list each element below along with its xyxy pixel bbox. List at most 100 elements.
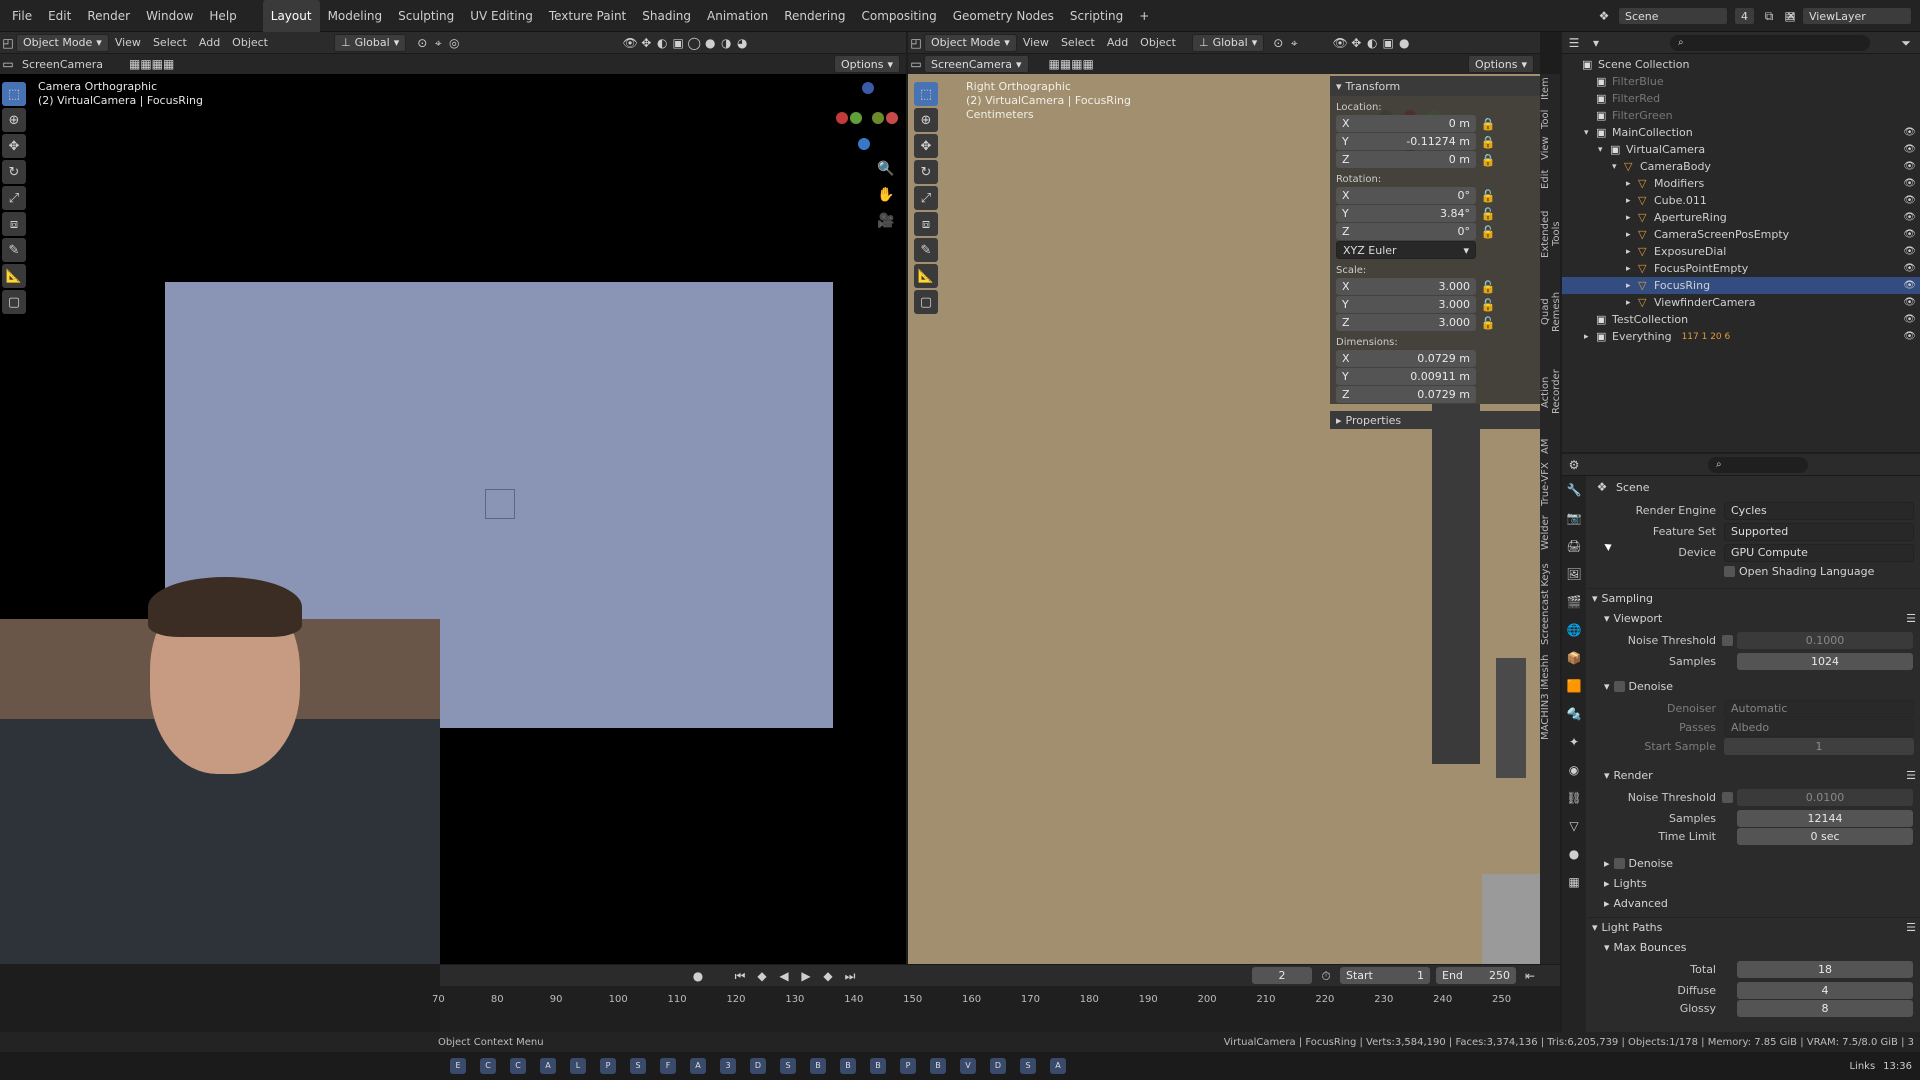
r-noise-checkbox[interactable] (1722, 792, 1733, 803)
osl-checkbox[interactable] (1724, 566, 1735, 577)
outliner-item[interactable]: ▣ FilterBlue (1562, 73, 1920, 90)
outliner-item[interactable]: ▣ FilterRed (1562, 90, 1920, 107)
jump-start-icon[interactable]: ⏮ (732, 968, 748, 984)
outliner-item[interactable]: ▣ TestCollection 👁 (1562, 311, 1920, 328)
tab-quad-remesh[interactable]: Quad Remesh (1540, 274, 1562, 350)
visibility-icon[interactable]: 👁 (1332, 35, 1348, 51)
shading-solid-icon[interactable]: ● (1396, 35, 1412, 51)
visibility-icon[interactable]: 👁 (622, 35, 638, 51)
tab-sculpting[interactable]: Sculpting (390, 0, 462, 32)
taskbar-app-icon[interactable]: P (600, 1058, 616, 1074)
light-paths-panel-header[interactable]: ▾ Light Paths ☰ (1588, 917, 1920, 937)
scene-field[interactable]: Scene (1618, 7, 1728, 25)
left-menu-add[interactable]: Add (193, 36, 226, 49)
right-camera-dropdown[interactable]: ScreenCamera ▾ (924, 55, 1029, 73)
unlock-icon[interactable]: 🔓 (1480, 206, 1496, 222)
glossy-field[interactable]: 8 (1737, 1000, 1913, 1017)
list-icon[interactable]: ☰ (1906, 612, 1916, 625)
particles-tab-icon[interactable]: ✦ (1566, 734, 1582, 750)
taskbar-clock[interactable]: 13:36 (1883, 1061, 1912, 1072)
taskbar-app-icon[interactable]: A (1050, 1058, 1066, 1074)
tab-rendering[interactable]: Rendering (776, 0, 853, 32)
outliner-item[interactable]: ▸ ▽ ExposureDial 👁 (1562, 243, 1920, 260)
visibility-eye-icon[interactable]: 👁 (1903, 178, 1916, 189)
r-denoise-checkbox[interactable] (1613, 857, 1625, 869)
current-frame-field[interactable]: 2 (1252, 967, 1312, 984)
expand-toggle-icon[interactable]: ▸ (1626, 179, 1638, 189)
left-orientation-dropdown[interactable]: ⊥ Global ▾ (334, 33, 407, 52)
view-layer-tab-icon[interactable]: 🖼 (1566, 566, 1582, 582)
tab-action-recorder[interactable]: Action Recorder (1540, 350, 1562, 434)
outliner-item[interactable]: ▸ ▽ ViewfinderCamera 👁 (1562, 294, 1920, 311)
timeline-area[interactable]: 70 80 90 100 110 120 130 140 150 160 170 180 190 200 2… (432, 986, 1560, 1032)
taskbar-app-icon[interactable]: S (780, 1058, 796, 1074)
editor-type-icon[interactable]: ☰ (1566, 35, 1582, 51)
lock-icon[interactable]: 🔒 (1480, 116, 1496, 132)
visibility-eye-icon[interactable]: 👁 (1903, 314, 1916, 325)
render-subpanel-header[interactable]: ▾ Render ☰ (1588, 765, 1920, 785)
vp-noise-checkbox[interactable] (1722, 635, 1733, 646)
next-keyframe-icon[interactable]: ◆ (820, 968, 836, 984)
expand-toggle-icon[interactable]: ▸ (1584, 332, 1596, 342)
outliner-item[interactable]: ▸ ▽ Modifiers 👁 (1562, 175, 1920, 192)
r-denoise-subpanel-header[interactable]: ▸ Denoise (1588, 853, 1920, 873)
outliner-item[interactable]: ▸ ▽ ApertureRing 👁 (1562, 209, 1920, 226)
visibility-eye-icon[interactable]: 👁 (1903, 331, 1916, 342)
viewport-subpanel-header[interactable]: ▾ Viewport ☰ (1588, 608, 1920, 628)
cursor-tool[interactable]: ⊕ (2, 108, 26, 132)
taskbar-app-icon[interactable]: C (510, 1058, 526, 1074)
unlock-icon[interactable]: 🔓 (1480, 315, 1496, 331)
scale-y-field[interactable]: Y 3.000 (1336, 296, 1476, 313)
gizmo-x-icon[interactable] (836, 112, 848, 124)
tab-am[interactable]: AM (1540, 434, 1551, 458)
shading-material-icon[interactable]: ◑ (718, 35, 734, 51)
select-mode-icons[interactable]: ▦▦▦▦ (129, 56, 174, 72)
lock-icon[interactable]: 🔒 (1480, 134, 1496, 150)
taskbar-app-icon[interactable]: S (1020, 1058, 1036, 1074)
expand-toggle-icon[interactable]: ▸ (1626, 230, 1638, 240)
sampling-panel-header[interactable]: ▾ Sampling (1588, 588, 1920, 608)
taskbar-app-icon[interactable]: D (750, 1058, 766, 1074)
viewlayer-field[interactable]: ViewLayer (1802, 7, 1912, 25)
device-dropdown[interactable]: GPU Compute (1724, 543, 1914, 562)
move-tool[interactable]: ✥ (914, 134, 938, 158)
gizmo-y-neg-icon[interactable] (872, 112, 884, 124)
rotation-x-field[interactable]: X 0° (1336, 187, 1476, 204)
play-icon[interactable]: ▶ (798, 968, 814, 984)
visibility-eye-icon[interactable]: 👁 (1903, 195, 1916, 206)
menu-window[interactable]: Window (138, 0, 201, 32)
location-z-field[interactable]: Z 0 m (1336, 151, 1476, 168)
preview-range-icon[interactable]: ⇤ (1522, 968, 1538, 984)
visibility-eye-icon[interactable]: 👁 (1903, 127, 1916, 138)
lights-subpanel-header[interactable]: ▸ Lights (1588, 873, 1920, 893)
overlay-icon[interactable]: ◐ (654, 35, 670, 51)
transform-tool[interactable]: ⧈ (2, 212, 26, 236)
right-menu-select[interactable]: Select (1055, 36, 1101, 49)
menu-file[interactable]: File (4, 0, 40, 32)
taskbar-app-icon[interactable]: E (450, 1058, 466, 1074)
scale-tool[interactable]: ⤢ (914, 186, 938, 210)
tab-scripting[interactable]: Scripting (1062, 0, 1131, 32)
gizmo-z-neg-icon[interactable] (862, 82, 874, 94)
annotate-tool[interactable]: ✎ (2, 238, 26, 262)
scale-z-field[interactable]: Z 3.000 (1336, 314, 1476, 331)
dimensions-x-field[interactable]: X 0.0729 m (1336, 350, 1476, 367)
world-tab-icon[interactable]: 🌐 (1566, 622, 1582, 638)
rotate-tool[interactable]: ↻ (2, 160, 26, 184)
right-menu-object[interactable]: Object (1134, 36, 1182, 49)
select-box-tool[interactable]: ⬚ (2, 82, 26, 106)
visibility-eye-icon[interactable]: 👁 (1903, 246, 1916, 257)
outliner-item[interactable]: ▾ ▽ CameraBody 👁 (1562, 158, 1920, 175)
left-menu-select[interactable]: Select (147, 36, 193, 49)
shading-rendered-icon[interactable]: ◕ (734, 35, 750, 51)
expand-toggle-icon[interactable]: ▸ (1626, 196, 1638, 206)
select-mode-icons[interactable]: ▦▦▦▦ (1049, 56, 1094, 72)
unlock-icon[interactable]: 🔓 (1480, 297, 1496, 313)
tab-geometry-nodes[interactable]: Geometry Nodes (945, 0, 1062, 32)
clock-icon[interactable]: ⏱ (1318, 968, 1334, 984)
render-tab-icon[interactable]: 📷 (1566, 510, 1582, 526)
pivot-icon[interactable]: ⊙ (414, 35, 430, 51)
transform-tool[interactable]: ⧈ (914, 212, 938, 236)
gizmo-z-icon[interactable] (858, 138, 870, 150)
right-orientation-dropdown[interactable]: ⊥ Global ▾ (1192, 33, 1265, 52)
